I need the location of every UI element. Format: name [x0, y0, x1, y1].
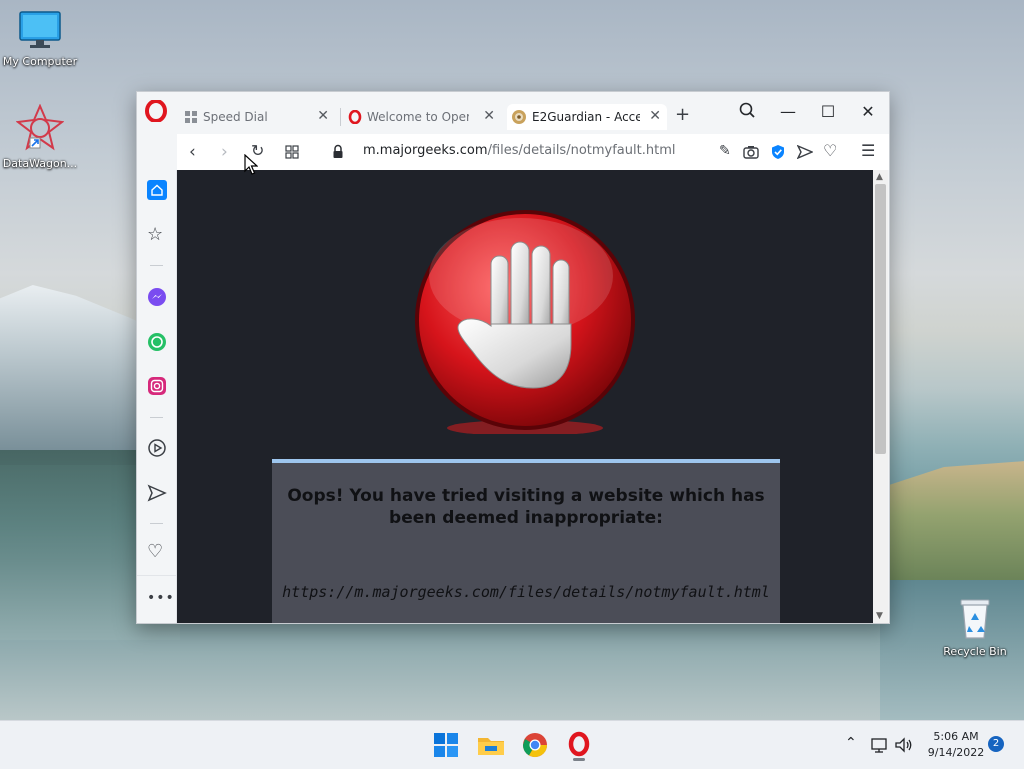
close-tab-icon[interactable]: ✕ [483, 108, 495, 124]
send-icon[interactable] [797, 145, 813, 159]
grid-icon [185, 111, 197, 123]
taskbar: ⌃ 5:06 AM 9/14/2022 2 [0, 720, 1024, 769]
more-icon[interactable]: ••• [147, 590, 174, 610]
desktop-icon-datawagon[interactable]: DataWagon... [0, 103, 80, 170]
monitor-icon [19, 11, 61, 48]
scrollbar-thumb[interactable] [875, 184, 886, 454]
close-tab-icon[interactable]: ✕ [649, 108, 661, 124]
desktop-icon-label: Recycle Bin [943, 645, 1007, 658]
search-tabs-icon[interactable] [733, 101, 763, 121]
volume-icon[interactable] [894, 736, 914, 754]
close-window-icon[interactable]: ✕ [853, 102, 883, 121]
camera-icon[interactable] [743, 145, 759, 159]
e2guardian-favicon-icon [512, 110, 526, 124]
url-field[interactable]: m.majorgeeks.com/files/details/notmyfaul… [363, 143, 675, 158]
pinboards-heart-icon[interactable]: ♡ [147, 541, 167, 562]
scroll-up-icon[interactable]: ▲ [876, 172, 883, 182]
my-flow-icon[interactable] [147, 483, 167, 503]
scroll-down-icon[interactable]: ▼ [876, 611, 883, 621]
messenger-icon[interactable] [147, 287, 167, 307]
clock-time: 5:06 AM [933, 730, 979, 743]
sidebar: ☆ ♡ ••• [137, 170, 177, 623]
url-domain: m.majorgeeks.com [363, 143, 488, 158]
start-button-icon[interactable] [430, 729, 462, 761]
address-bar: ‹ › ↻ m.majorgeeks.com/files/details/not… [177, 134, 889, 170]
tab-e2guardian[interactable]: E2Guardian - Access ✕ [507, 104, 667, 130]
desktop-icon-label: My Computer [2, 55, 78, 68]
system-clock[interactable]: 5:06 AM 9/14/2022 [916, 729, 996, 761]
easy-setup-icon[interactable]: ☰ [861, 141, 875, 160]
forward-icon[interactable]: › [221, 142, 228, 162]
tab-title: Speed Dial [203, 110, 268, 124]
home-icon[interactable] [147, 180, 167, 200]
sidebar-divider [150, 523, 163, 524]
whatsapp-icon[interactable] [147, 332, 167, 352]
wallpaper-hill [880, 460, 1024, 600]
player-icon[interactable] [147, 438, 167, 458]
maximize-icon[interactable]: ☐ [813, 102, 843, 121]
stop-hand-icon [415, 210, 635, 434]
opera-menu-icon[interactable] [145, 100, 167, 122]
show-hidden-icons-icon[interactable]: ⌃ [845, 735, 857, 751]
back-icon[interactable]: ‹ [189, 142, 196, 162]
clock-date: 9/14/2022 [927, 746, 985, 759]
block-message-panel: Oops! You have tried visiting a website … [272, 459, 780, 623]
url-path: /files/details/notmyfault.html [487, 143, 676, 158]
close-tab-icon[interactable]: ✕ [317, 108, 329, 124]
block-message: Oops! You have tried visiting a website … [287, 486, 765, 528]
blocked-url: https://m.majorgeeks.com/files/details/n… [282, 583, 770, 601]
tab-title: E2Guardian - Access [532, 110, 640, 124]
tab-divider [340, 108, 341, 126]
tab-speed-dial[interactable]: Speed Dial ✕ [181, 104, 335, 130]
recycle-bin-icon [960, 599, 990, 639]
page-content: Oops! You have tried visiting a website … [177, 170, 873, 623]
instagram-icon[interactable] [147, 376, 167, 396]
lock-icon[interactable] [332, 144, 344, 159]
vpn-shield-icon[interactable] [771, 144, 785, 160]
sidebar-divider [150, 417, 163, 418]
new-tab-icon[interactable]: + [675, 104, 690, 125]
desktop-icon-my-computer[interactable]: My Computer [0, 10, 80, 68]
tabs-grid-icon[interactable] [285, 145, 299, 159]
chrome-icon[interactable] [519, 729, 551, 761]
opera-icon [348, 110, 362, 124]
page-scrollbar[interactable]: ▲ ▼ [873, 170, 888, 623]
sidebar-divider [150, 265, 163, 266]
heart-icon[interactable]: ♡ [823, 141, 837, 160]
tab-title: Welcome to Opera | [367, 110, 469, 124]
mouse-cursor-icon [244, 154, 258, 175]
notification-badge[interactable]: 2 [988, 736, 1004, 752]
desktop-icon-recycle-bin[interactable]: Recycle Bin [935, 596, 1015, 658]
minimize-icon[interactable]: — [773, 102, 803, 121]
opera-taskbar-icon[interactable] [563, 729, 595, 761]
tab-welcome-opera[interactable]: Welcome to Opera | ✕ [345, 104, 501, 130]
edit-icon[interactable]: ✎ [719, 143, 731, 159]
tab-bar: Speed Dial ✕ Welcome to Opera | ✕ E2Guar… [137, 92, 889, 134]
bookmarks-icon[interactable]: ☆ [147, 224, 167, 245]
datawagon-icon [15, 103, 65, 151]
desktop-icon-label: DataWagon... [2, 157, 78, 170]
network-icon[interactable] [870, 736, 890, 754]
sidebar-divider [137, 575, 176, 576]
file-explorer-icon[interactable] [475, 729, 507, 761]
